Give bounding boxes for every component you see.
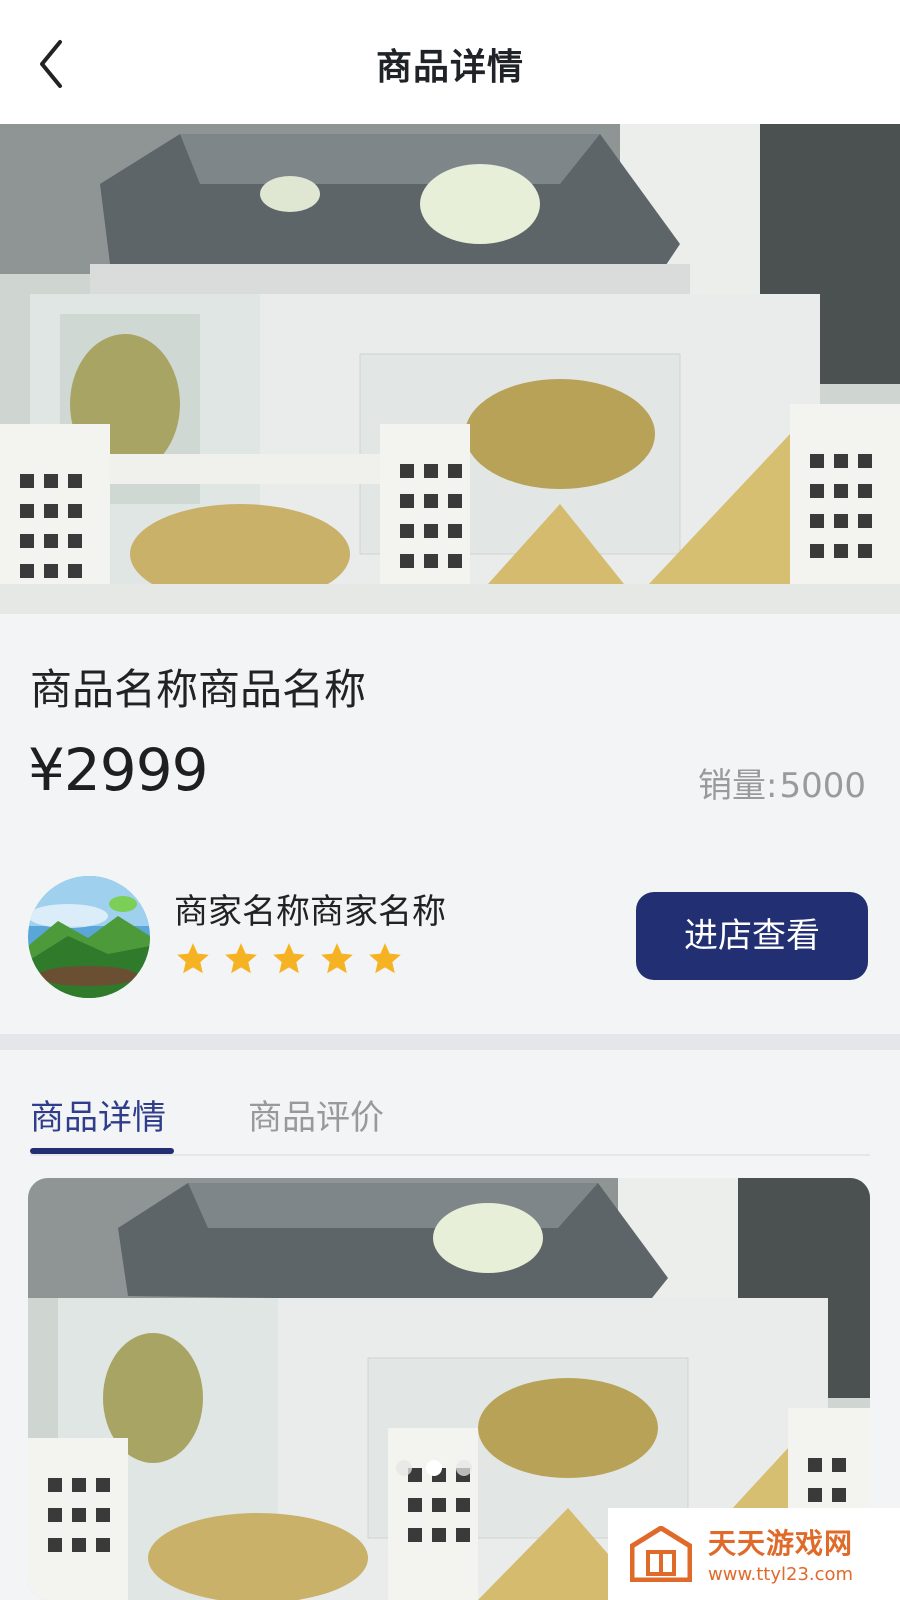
page-title: 商品详情 bbox=[375, 47, 524, 88]
sales-label: 销量: bbox=[698, 766, 778, 806]
star-icon bbox=[177, 943, 209, 974]
tab-product-reviews[interactable]: 商品评价 bbox=[248, 1090, 384, 1139]
product-hero-image[interactable] bbox=[0, 124, 900, 614]
carousel-dot[interactable] bbox=[426, 1460, 442, 1476]
sales-count: 销量:5000 bbox=[698, 758, 866, 807]
product-price: ¥2999 bbox=[28, 736, 209, 804]
shop-name: 商家名称商家名称 bbox=[174, 892, 446, 932]
sales-value: 5000 bbox=[779, 766, 866, 806]
star-icon bbox=[273, 943, 305, 974]
shop-avatar[interactable] bbox=[28, 876, 150, 998]
tab-divider bbox=[30, 1154, 870, 1156]
watermark-name: 天天游戏网 bbox=[708, 1527, 854, 1560]
watermark-url: www.ttyl23.com bbox=[708, 1564, 854, 1585]
star-icon bbox=[321, 943, 353, 974]
star-icon bbox=[369, 943, 401, 974]
tab-product-details[interactable]: 商品详情 bbox=[30, 1090, 166, 1139]
product-name: 商品名称商品名称 bbox=[30, 665, 367, 714]
product-info-section: 商品名称商品名称 ¥2999 销量:5000 商家名称商家名称 进店查看 bbox=[0, 614, 900, 1034]
site-watermark: 天天游戏网 www.ttyl23.com bbox=[608, 1508, 900, 1600]
shop-rating bbox=[174, 940, 404, 978]
watermark-logo-icon bbox=[630, 1526, 692, 1582]
detail-tabs: 商品详情 商品评价 bbox=[0, 1050, 900, 1156]
carousel-dot[interactable] bbox=[396, 1460, 412, 1476]
section-divider bbox=[0, 1034, 900, 1050]
star-icon bbox=[225, 943, 257, 974]
carousel-dots bbox=[396, 1460, 472, 1476]
top-nav-bar: 商品详情 bbox=[0, 0, 900, 124]
visit-shop-button[interactable]: 进店查看 bbox=[636, 892, 868, 980]
carousel-dot[interactable] bbox=[456, 1460, 472, 1476]
